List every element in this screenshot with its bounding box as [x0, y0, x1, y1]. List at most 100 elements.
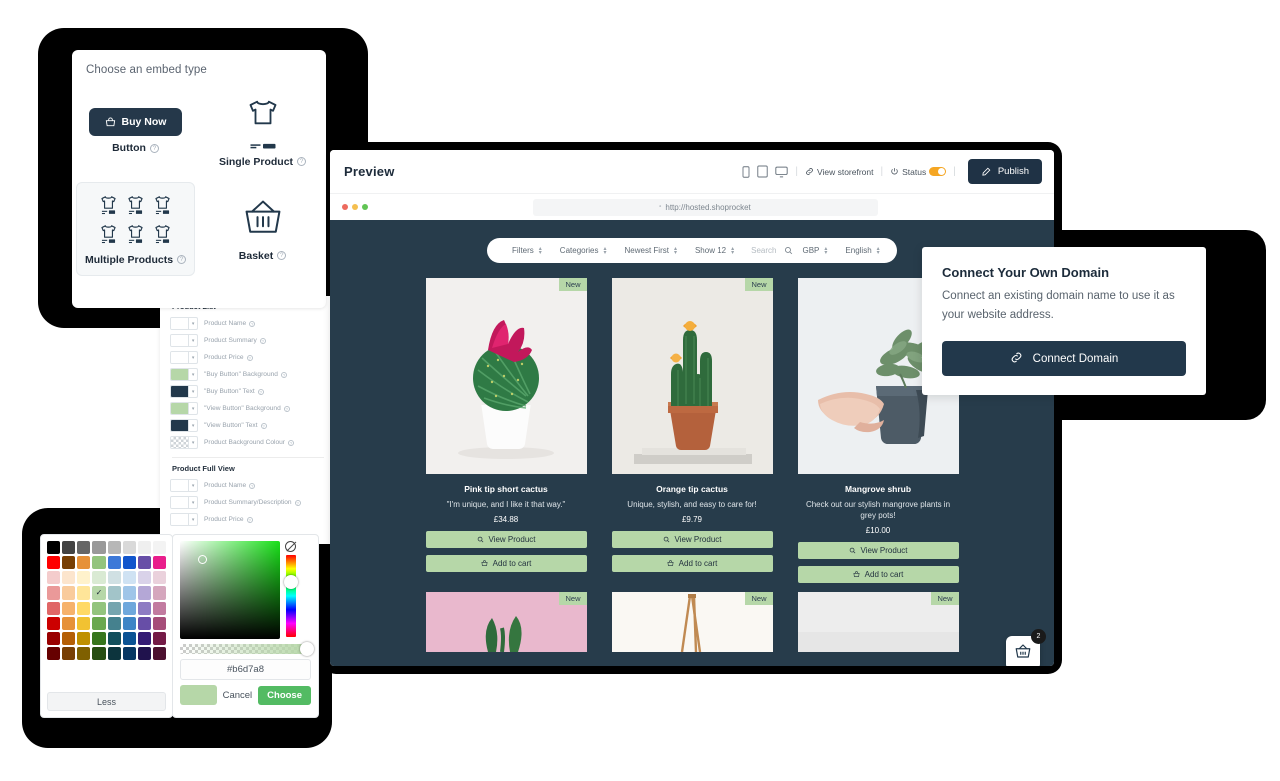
mobile-icon[interactable] [742, 165, 750, 178]
color-swatch[interactable] [92, 601, 106, 615]
add-to-cart-button[interactable]: Add to cart [425, 555, 587, 572]
product-image-plant-on-pink-background[interactable]: New [425, 592, 587, 652]
setting-row[interactable]: ▾ "View Button" Background? [170, 400, 326, 417]
color-swatch[interactable] [107, 571, 121, 585]
color-swatch[interactable] [107, 556, 121, 570]
color-swatch[interactable] [152, 586, 166, 600]
product-image-plant-with-wooden-stand[interactable]: New [611, 592, 773, 652]
help-icon[interactable]: ? [277, 251, 287, 260]
embed-option-multiple-products[interactable]: Multiple Products? [76, 182, 195, 276]
embed-option-single-product[interactable]: Single Product? [203, 84, 322, 178]
color-swatch[interactable] [92, 631, 106, 645]
hex-input[interactable]: #b6d7a8 [180, 659, 311, 680]
color-swatch[interactable] [77, 586, 91, 600]
help-icon[interactable]: ? [283, 405, 290, 412]
color-swatch[interactable] [122, 541, 136, 555]
filter-categories[interactable]: Categories ▴ ▾ [551, 246, 616, 256]
help-icon[interactable]: ? [246, 354, 253, 361]
setting-row[interactable]: ▾ Product Background Colour? [170, 434, 326, 451]
setting-row[interactable]: ▾ "Buy Button" Background? [170, 366, 326, 383]
color-swatch[interactable] [107, 616, 121, 630]
search-icon[interactable] [784, 246, 793, 255]
color-swatch[interactable] [92, 646, 106, 660]
color-swatch[interactable] [62, 631, 76, 645]
color-swatch[interactable] [152, 556, 166, 570]
setting-row[interactable]: ▾ Product Price? [170, 511, 326, 528]
color-swatch[interactable] [107, 541, 121, 555]
color-swatch[interactable] [107, 601, 121, 615]
color-swatch[interactable]: ✓ [92, 586, 106, 600]
color-swatch-control[interactable]: ▾ [170, 402, 198, 415]
traffic-light-minimize[interactable] [352, 204, 358, 210]
filter-sort[interactable]: Newest First ▴ ▾ [616, 246, 686, 256]
color-swatch[interactable] [77, 616, 91, 630]
status-toggle[interactable] [929, 167, 947, 176]
color-swatch[interactable] [122, 586, 136, 600]
setting-row[interactable]: ▾ Product Summary? [170, 332, 326, 349]
color-swatch[interactable] [122, 646, 136, 660]
embed-option-button[interactable]: Buy Now Button? [76, 84, 195, 178]
address-bar[interactable]: ▫ http://hosted.shoprocket [532, 198, 878, 216]
help-icon[interactable]: ? [280, 371, 287, 378]
color-swatch[interactable] [137, 601, 151, 615]
view-product-button[interactable]: View Product [425, 531, 587, 548]
color-swatch-control[interactable]: ▾ [170, 317, 198, 330]
color-swatch[interactable] [152, 646, 166, 660]
color-swatch[interactable] [62, 556, 76, 570]
product-card[interactable]: New [611, 278, 773, 583]
cancel-button[interactable]: Cancel [223, 690, 253, 701]
color-swatch[interactable] [77, 646, 91, 660]
alpha-handle[interactable] [300, 642, 314, 656]
setting-row[interactable]: ▾ Product Price? [170, 349, 326, 366]
color-swatch[interactable] [152, 601, 166, 615]
choose-button[interactable]: Choose [258, 685, 311, 705]
color-swatch[interactable] [137, 541, 151, 555]
product-image-orange-tip-cactus[interactable]: New [611, 278, 773, 474]
setting-row[interactable]: ▾ Product Name? [170, 477, 326, 494]
product-card[interactable]: New [797, 592, 959, 652]
publish-button[interactable]: Publish [967, 159, 1042, 184]
color-swatch[interactable] [107, 646, 121, 660]
setting-row[interactable]: ▾ "Buy Button" Text? [170, 383, 326, 400]
color-swatch[interactable] [62, 616, 76, 630]
color-swatch-control[interactable]: ▾ [170, 436, 198, 449]
embed-option-basket[interactable]: Basket? [203, 182, 322, 276]
color-swatch[interactable] [77, 571, 91, 585]
color-swatch-control[interactable]: ▾ [170, 368, 198, 381]
color-swatch[interactable] [152, 631, 166, 645]
color-swatch[interactable] [137, 631, 151, 645]
color-swatch[interactable] [152, 541, 166, 555]
currency-select[interactable]: GBP ▴ ▾ [793, 246, 836, 256]
color-swatch[interactable] [77, 556, 91, 570]
tablet-icon[interactable] [757, 165, 769, 178]
color-swatch[interactable] [92, 541, 106, 555]
color-swatch[interactable] [152, 616, 166, 630]
connect-domain-button[interactable]: Connect Domain [942, 341, 1186, 376]
color-swatch-control[interactable]: ▾ [170, 513, 198, 526]
color-swatch[interactable] [77, 601, 91, 615]
color-swatch[interactable] [107, 586, 121, 600]
color-swatch[interactable] [137, 571, 151, 585]
color-swatch[interactable] [47, 586, 61, 600]
search-input[interactable]: Search [743, 246, 784, 255]
no-color-icon[interactable] [285, 541, 296, 552]
help-icon[interactable]: ? [294, 499, 301, 506]
help-icon[interactable]: ? [288, 439, 295, 446]
add-to-cart-button[interactable]: Add to cart [611, 555, 773, 572]
color-swatch[interactable] [137, 556, 151, 570]
view-product-button[interactable]: View Product [797, 542, 959, 559]
color-swatch[interactable] [47, 571, 61, 585]
filter-page-size[interactable]: Show 12 ▴ ▾ [686, 246, 743, 256]
color-swatch[interactable] [92, 571, 106, 585]
color-swatch[interactable] [107, 631, 121, 645]
help-icon[interactable]: ? [260, 422, 267, 429]
color-swatch[interactable] [62, 541, 76, 555]
filter-filters[interactable]: Filters ▴ ▾ [503, 246, 551, 256]
traffic-light-close[interactable] [342, 204, 348, 210]
saturation-handle[interactable] [198, 555, 207, 564]
color-swatch[interactable] [47, 541, 61, 555]
color-swatch[interactable] [47, 616, 61, 630]
buy-now-button-icon[interactable]: Buy Now [88, 108, 183, 136]
saturation-value-area[interactable] [180, 541, 280, 639]
alpha-slider[interactable] [180, 642, 314, 656]
